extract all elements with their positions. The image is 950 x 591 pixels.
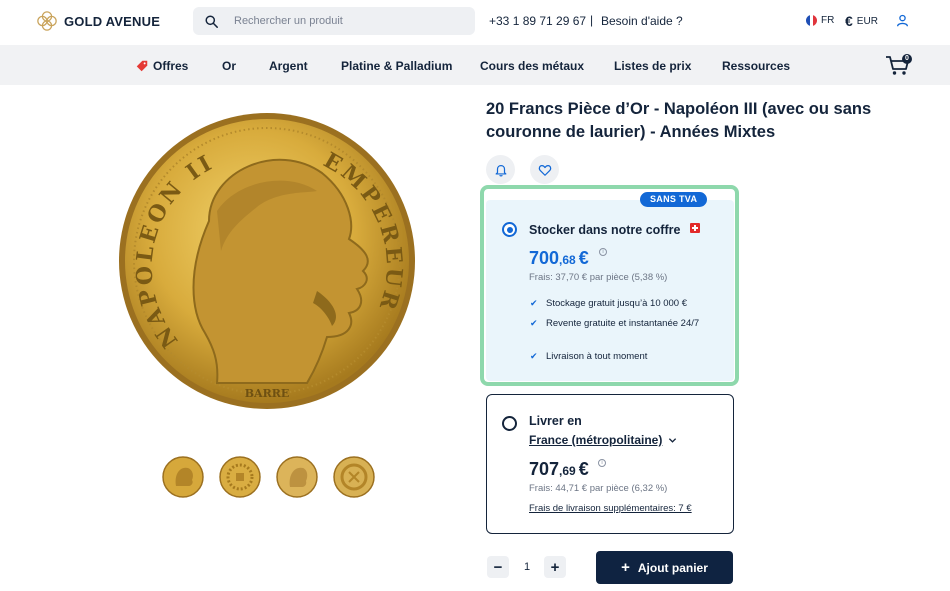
product-main-image[interactable]: NAPOLEON III EMPEREUR BARRE — [117, 111, 417, 411]
top-header: GOLD AVENUE +33 1 89 71 29 67 | Besoin d… — [0, 0, 950, 45]
storage-price-decimal: ,68 — [559, 253, 576, 267]
phone-number[interactable]: +33 1 89 71 29 67 — [489, 14, 586, 28]
search-icon — [205, 14, 218, 28]
storage-price-currency: € — [578, 248, 589, 268]
search-bar[interactable] — [193, 7, 475, 35]
search-input[interactable] — [234, 15, 454, 27]
thumbnail-4[interactable] — [333, 456, 375, 498]
thumbnail-strip — [162, 456, 375, 498]
tax-free-badge: SANS TVA — [640, 192, 708, 207]
info-icon[interactable]: i — [599, 248, 607, 256]
help-link[interactable]: Besoin d'aide ? — [601, 14, 683, 28]
swiss-flag-icon — [690, 223, 700, 233]
quantity-increase-button[interactable]: + — [544, 556, 566, 578]
add-to-cart-button[interactable]: + Ajout panier — [596, 551, 733, 584]
language-code: FR — [821, 15, 835, 26]
nav-item-cours-des-metaux[interactable]: Cours des métaux — [480, 59, 584, 73]
storage-fees: Frais: 37,70 € par pièce (5,38 %) — [529, 272, 668, 283]
bell-icon — [495, 164, 506, 177]
delivery-country-select[interactable]: France (métropolitaine) — [529, 433, 677, 447]
thumbnail-1[interactable] — [162, 456, 204, 498]
brand-name: GOLD AVENUE — [64, 13, 161, 29]
storage-feature-text: Livraison à tout moment — [546, 351, 648, 362]
nav-item-argent[interactable]: Argent — [269, 59, 308, 73]
delivery-price: 707 ,69 € — [529, 459, 589, 480]
heart-icon — [538, 164, 551, 176]
thumbnail-3[interactable] — [276, 456, 318, 498]
plus-icon: + — [621, 559, 630, 576]
nav-item-or[interactable]: Or — [222, 59, 236, 73]
main-nav: Offres Or Argent Platine & Palladium Cou… — [0, 45, 950, 85]
product-title: 20 Francs Pièce d’Or - Napoléon III (ave… — [486, 100, 872, 141]
currency-code: EUR — [856, 15, 878, 27]
shipping-fees-link[interactable]: Frais de livraison supplémentaires: 7 € — [529, 503, 692, 514]
favorite-button[interactable] — [530, 155, 559, 184]
cart-count-badge: 0 — [902, 54, 912, 64]
storage-price-integer: 700 — [529, 248, 560, 268]
delivery-option-radio[interactable] — [502, 416, 517, 431]
coin-engraver-mark: BARRE — [245, 387, 290, 400]
storage-feature-text: Stockage gratuit jusqu’à 10 000 € — [546, 298, 688, 309]
storage-option-radio[interactable] — [502, 222, 517, 237]
info-icon[interactable]: i — [598, 459, 606, 467]
delivery-option-title: Livrer en — [529, 414, 582, 428]
quantity-decrease-button[interactable]: − — [487, 556, 509, 578]
storage-feature-1: ✔ Stockage gratuit jusqu’à 10 000 € — [530, 297, 716, 310]
storage-feature-3: ✔ Livraison à tout moment — [530, 350, 716, 363]
brand-logo[interactable]: GOLD AVENUE — [36, 10, 160, 32]
currency-selector[interactable]: € EUR — [845, 13, 878, 29]
nav-label-offres: Offres — [153, 59, 189, 73]
header-separator: | — [590, 13, 594, 27]
delivery-price-decimal: ,69 — [559, 464, 576, 478]
delivery-price-integer: 707 — [529, 459, 560, 479]
add-to-cart-label: Ajout panier — [637, 560, 708, 575]
logo-icon — [37, 11, 57, 31]
nav-item-offres[interactable]: Offres — [136, 59, 188, 73]
nav-item-listes-de-prix[interactable]: Listes de prix — [614, 59, 691, 73]
check-icon: ✔ — [530, 298, 538, 308]
france-flag-icon — [806, 15, 817, 26]
storage-option-title: Stocker dans notre coffre — [529, 223, 681, 237]
quantity-value[interactable]: 1 — [520, 561, 534, 573]
delivery-fees: Frais: 44,71 € par pièce (6,32 %) — [529, 483, 668, 494]
storage-feature-text: Revente gratuite et instantanée 24/7 — [546, 318, 700, 329]
storage-feature-2: ✔ Revente gratuite et instantanée 24/7 — [530, 317, 706, 330]
euro-icon: € — [845, 13, 853, 29]
storage-price: 700 ,68 € — [529, 248, 589, 269]
nav-item-platine-palladium[interactable]: Platine & Palladium — [341, 59, 452, 73]
delivery-price-currency: € — [578, 459, 589, 479]
check-icon: ✔ — [530, 351, 538, 361]
check-icon: ✔ — [530, 318, 538, 328]
chevron-down-icon — [669, 437, 677, 443]
nav-item-ressources[interactable]: Ressources — [722, 59, 790, 73]
delivery-country-value: France (métropolitaine) — [529, 433, 663, 447]
language-selector[interactable]: FR — [806, 15, 834, 26]
price-alert-button[interactable] — [486, 155, 515, 184]
tag-icon — [136, 60, 148, 72]
user-account-icon[interactable] — [896, 14, 909, 27]
thumbnail-2[interactable] — [219, 456, 261, 498]
